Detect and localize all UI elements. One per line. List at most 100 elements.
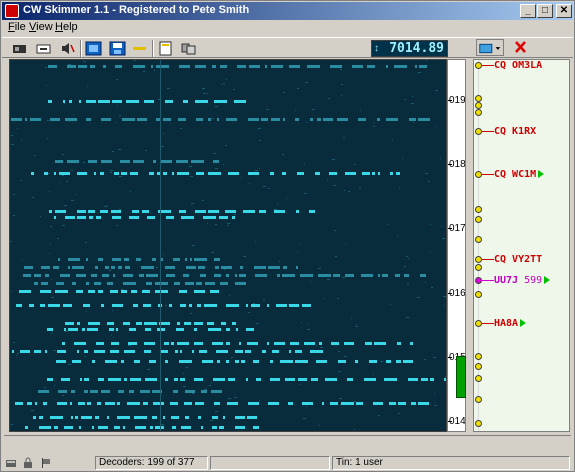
noise-speck [154,70,155,71]
cw-signal-dash [195,100,208,103]
waterfall-display[interactable] [9,59,447,432]
spot-dot [475,102,482,109]
noise-speck [215,106,218,107]
cw-signal-dash [107,416,109,419]
cw-signal-dash [41,282,48,285]
cw-signal-dash [156,118,160,121]
spot-dot [475,109,482,116]
cw-signal-dash [71,390,75,393]
spot-filter-dropdown[interactable] [476,39,504,56]
noise-speck [277,203,278,204]
cw-signal-dash [109,328,114,331]
cw-signal-dash [60,274,70,277]
cw-signal-dash [105,266,109,269]
cw-signal-dash [352,65,363,68]
cw-signal-dash [112,258,121,261]
cw-signal-dash [136,322,142,325]
noise-speck [223,164,224,165]
noise-speck [373,126,375,127]
minimize-button[interactable]: _ [520,4,536,18]
cw-signal-dash [220,282,228,285]
cw-signal-dash [69,100,72,103]
noise-speck [282,154,284,155]
cw-signal-dash [204,304,217,307]
noise-speck [52,332,53,333]
cw-signal-dash [144,100,154,103]
windows-icon[interactable] [179,40,198,57]
lock-icon[interactable] [22,457,34,469]
flag-icon[interactable] [40,457,52,469]
frequency-display[interactable]: ↕ 7014.89 [371,40,448,57]
noise-speck [434,405,437,406]
save-icon[interactable] [108,40,127,57]
play-arrow-icon[interactable] [538,170,545,178]
cw-signal-dash [111,266,115,269]
radio-icon[interactable] [10,40,29,57]
receive-frequency-marker[interactable] [456,356,466,398]
spot-label-om3la[interactable]: CQ OM3LA [494,60,542,71]
noise-speck [111,335,112,336]
cw-signal-dash [221,322,226,325]
document-icon[interactable] [156,40,175,57]
cw-signal-dash [103,65,106,68]
noise-speck [307,329,310,330]
noise-speck [85,242,87,243]
speaker-icon[interactable] [58,40,77,57]
title-bar[interactable]: CW Skimmer 1.1 - Registered to Pete Smit… [2,2,573,20]
spot-label-ha8a[interactable]: HA8A [494,318,527,329]
play-arrow-icon[interactable] [520,319,527,327]
maximize-button[interactable]: □ [537,4,553,18]
cw-signal-dash [290,342,299,345]
noise-speck [392,140,393,141]
cw-signal-dash [96,216,101,219]
cw-signal-dash [369,360,377,363]
cw-signal-dash [378,274,380,277]
cw-signal-dash [235,282,246,285]
noise-speck [283,92,285,93]
menu-view[interactable]: View [29,21,53,33]
cw-signal-dash [151,65,153,68]
soundcard-icon[interactable] [34,40,53,57]
menu-help[interactable]: Help [55,21,78,33]
cw-signal-dash [235,426,245,429]
cw-signal-dash [404,274,409,277]
spot-label-uu7j[interactable]: UU7J 599 [494,275,551,286]
noise-speck [145,150,147,151]
cw-signal-dash [323,118,333,121]
noise-speck [231,357,233,358]
play-arrow-icon[interactable] [544,276,551,284]
spot-label-vy2tt[interactable]: CQ VY2TT [494,254,542,265]
cw-signal-dash [128,342,137,345]
spot-label-wc1m[interactable]: CQ WC1M [494,169,545,180]
noise-speck [332,159,335,160]
cw-signal-dash [386,118,398,121]
cw-signal-dash [40,290,51,293]
spot-leader [482,174,494,175]
bandwidth-icon[interactable] [130,40,149,57]
noise-speck [299,384,300,385]
cw-signal-dash [247,416,257,419]
noise-speck [210,420,213,421]
cw-signal-dash [91,274,97,277]
menu-file[interactable]: File [8,21,26,33]
keyboard-icon[interactable] [5,457,17,469]
spot-label-k1rx[interactable]: CQ K1RX [494,126,536,137]
cw-signal-dash [56,282,64,285]
cw-signal-dash [177,322,180,325]
cw-signal-dash [395,274,400,277]
cw-signal-dash [86,258,88,261]
noise-speck [64,205,67,206]
noise-speck [248,312,250,313]
noise-speck [306,406,307,407]
cw-signal-dash [243,210,255,213]
cw-signal-dash [68,266,70,269]
noise-speck [378,415,380,416]
noise-speck [48,173,50,174]
noise-speck [17,353,19,354]
clear-spots-icon[interactable] [511,39,530,56]
close-button[interactable]: ✕ [556,4,572,18]
cw-signal-dash [226,304,239,307]
spot-dot [475,264,482,271]
waterfall-view-icon[interactable] [84,40,103,57]
cw-signal-dash [344,342,354,345]
